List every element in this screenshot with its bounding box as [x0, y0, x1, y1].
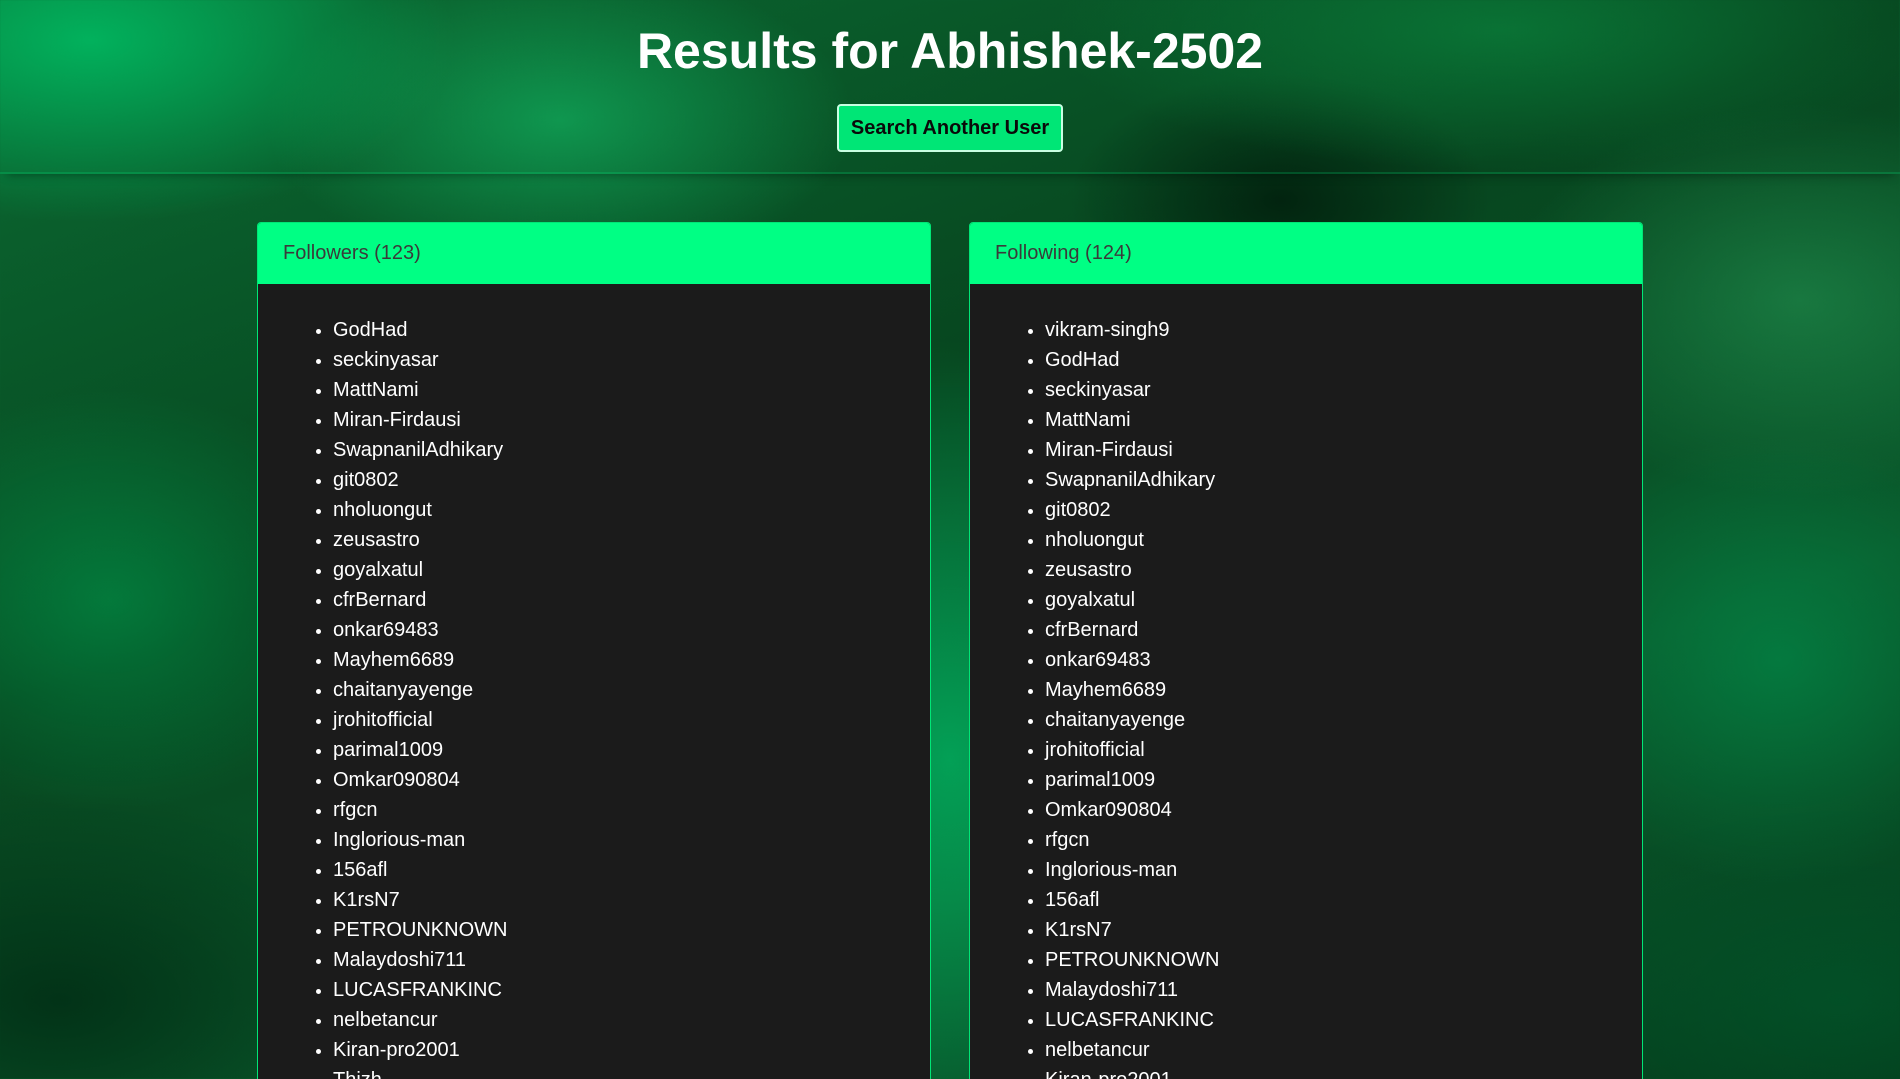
following-item: onkar69483 — [1045, 645, 1642, 675]
follower-item: Omkar090804 — [333, 765, 930, 795]
following-item: Malaydoshi711 — [1045, 975, 1642, 1005]
follower-item: nholuongut — [333, 495, 930, 525]
follower-item: onkar69483 — [333, 615, 930, 645]
follower-item: MattNami — [333, 375, 930, 405]
following-item: chaitanyayenge — [1045, 705, 1642, 735]
following-list: vikram-singh9GodHadseckinyasarMattNamiMi… — [970, 284, 1642, 1079]
following-item: K1rsN7 — [1045, 915, 1642, 945]
followers-header: Followers (123) — [258, 223, 930, 284]
search-another-user-button[interactable]: Search Another User — [837, 104, 1063, 152]
follower-item: LUCASFRANKINC — [333, 975, 930, 1005]
followers-panel: Followers (123) GodHadseckinyasarMattNam… — [257, 222, 931, 1079]
following-item: goyalxatul — [1045, 585, 1642, 615]
following-item: SwapnanilAdhikary — [1045, 465, 1642, 495]
following-item: LUCASFRANKINC — [1045, 1005, 1642, 1035]
following-item: cfrBernard — [1045, 615, 1642, 645]
follower-item: chaitanyayenge — [333, 675, 930, 705]
following-item: nholuongut — [1045, 525, 1642, 555]
following-item: Inglorious-man — [1045, 855, 1642, 885]
followers-count: (123) — [374, 242, 421, 264]
follower-item: 156afl — [333, 855, 930, 885]
following-item: MattNami — [1045, 405, 1642, 435]
follower-item: Miran-Firdausi — [333, 405, 930, 435]
following-label: Following — [995, 242, 1080, 264]
following-item: rfgcn — [1045, 825, 1642, 855]
follower-item: K1rsN7 — [333, 885, 930, 915]
following-item: GodHad — [1045, 345, 1642, 375]
following-item: seckinyasar — [1045, 375, 1642, 405]
follower-item: GodHad — [333, 315, 930, 345]
following-item: Mayhem6689 — [1045, 675, 1642, 705]
follower-item: Inglorious-man — [333, 825, 930, 855]
follower-item: parimal1009 — [333, 735, 930, 765]
follower-item: Malaydoshi711 — [333, 945, 930, 975]
follower-item: Mayhem6689 — [333, 645, 930, 675]
following-panel: Following (124) vikram-singh9GodHadsecki… — [969, 222, 1643, 1079]
following-item: vikram-singh9 — [1045, 315, 1642, 345]
follower-item: git0802 — [333, 465, 930, 495]
following-item: nelbetancur — [1045, 1035, 1642, 1065]
following-item: parimal1009 — [1045, 765, 1642, 795]
page-header: Results for Abhishek-2502 Search Another… — [0, 0, 1900, 174]
following-count: (124) — [1085, 242, 1132, 264]
follower-item: SwapnanilAdhikary — [333, 435, 930, 465]
follower-item: zeusastro — [333, 525, 930, 555]
following-item: Miran-Firdausi — [1045, 435, 1642, 465]
following-item: jrohitofficial — [1045, 735, 1642, 765]
following-item: 156afl — [1045, 885, 1642, 915]
follower-item: cfrBernard — [333, 585, 930, 615]
follower-item: goyalxatul — [333, 555, 930, 585]
follower-item: rfgcn — [333, 795, 930, 825]
follower-item: Kiran-pro2001 — [333, 1035, 930, 1065]
following-header: Following (124) — [970, 223, 1642, 284]
follower-item: seckinyasar — [333, 345, 930, 375]
follower-item: nelbetancur — [333, 1005, 930, 1035]
following-item: PETROUNKNOWN — [1045, 945, 1642, 975]
page-title: Results for Abhishek-2502 — [636, 23, 1264, 79]
following-item: Omkar090804 — [1045, 795, 1642, 825]
followers-label: Followers — [283, 242, 369, 264]
following-item: zeusastro — [1045, 555, 1642, 585]
follower-item: Thizh — [333, 1065, 930, 1079]
followers-list: GodHadseckinyasarMattNamiMiran-FirdausiS… — [258, 284, 930, 1079]
follower-item: jrohitofficial — [333, 705, 930, 735]
following-item: Kiran-pro2001 — [1045, 1065, 1642, 1079]
following-item: git0802 — [1045, 495, 1642, 525]
follower-item: PETROUNKNOWN — [333, 915, 930, 945]
